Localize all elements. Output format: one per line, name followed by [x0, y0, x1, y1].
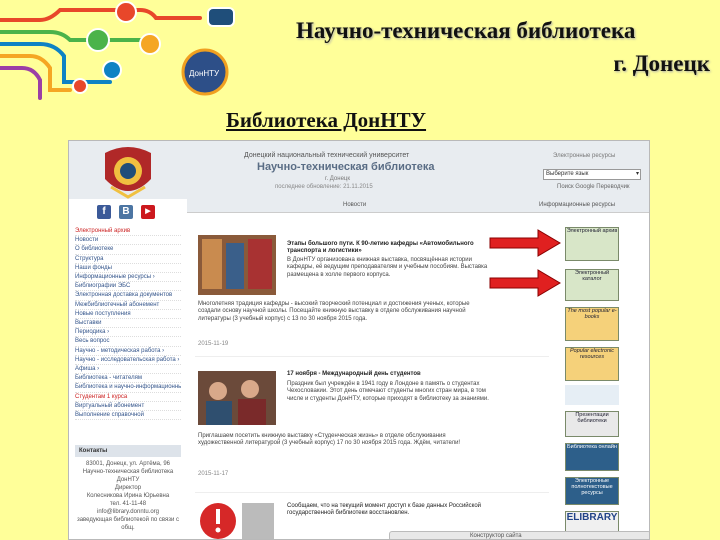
sidebar-item[interactable]: Выполнение справочной: [75, 411, 181, 421]
sidebar-item[interactable]: Периодика ›: [75, 328, 181, 338]
news-photo: [198, 235, 276, 295]
news-text-full: Приглашаем посетить книжную выставку «Ст…: [198, 433, 461, 447]
sidebar-item[interactable]: Весь вопрос: [75, 337, 181, 347]
tab-news[interactable]: Новости: [343, 202, 366, 208]
sidebar-item[interactable]: Библиотека - читателям: [75, 374, 181, 384]
sidebar-item[interactable]: Выставки: [75, 319, 181, 329]
news-text: В ДонНТУ организована книжная выставка, …: [287, 257, 488, 278]
slide-title-line2: г. Донецк: [613, 51, 710, 76]
news-headline[interactable]: Сообщаем, что на текущий момент доступ к…: [287, 503, 487, 517]
banner-electronic-archive[interactable]: Электронный архив: [565, 227, 619, 261]
banner-library-online[interactable]: Библиотека онлайн: [565, 443, 619, 471]
sidebar-item[interactable]: Электронный архив: [75, 227, 181, 237]
news-headline[interactable]: 17 ноября - Международный день студентов: [287, 371, 487, 378]
contacts-line[interactable]: info@library.donntu.org: [75, 508, 181, 516]
contacts-line: заведующая библиотекой по связи с общ.: [76, 517, 180, 531]
banner-elibrary[interactable]: ELIBRARY: [565, 511, 619, 533]
contacts-line: Директор: [114, 485, 142, 491]
sidebar-item[interactable]: Библиотека и научно-информационные центр…: [75, 383, 181, 393]
contacts-block: Контакты 83001, Донецк, ул. Артёма, 96 Н…: [75, 445, 181, 532]
sidebar-item[interactable]: О библиотеке: [75, 245, 181, 255]
sidebar-nav: Электронный архив Новости О библиотеке С…: [75, 227, 181, 421]
contacts-line: 83001, Донецк, ул. Артёма, 96: [86, 461, 170, 467]
banner-fulltext-resources[interactable]: Электронные полнотекстовые ресурсы: [565, 477, 619, 505]
sidebar-item[interactable]: Студентам 1 курса: [75, 393, 181, 402]
news-text-full: Многолетняя традиция кафедры - высокий т…: [198, 301, 470, 322]
content-tabs: Новости Информационные ресурсы: [187, 199, 649, 213]
sidebar-item[interactable]: Наши фонды: [75, 264, 181, 274]
sidebar-item[interactable]: Виртуальный абонемент: [75, 402, 181, 412]
university-name: Донецкий национальный технический универ…: [244, 152, 410, 159]
sidebar-item[interactable]: Информационные ресурсы ›: [75, 273, 181, 283]
vkontakte-icon[interactable]: B: [119, 205, 133, 219]
banner-unlabeled[interactable]: [565, 385, 619, 405]
library-city: г. Донецк: [325, 176, 350, 182]
sidebar-item[interactable]: Межбиблиотечный абонемент: [75, 301, 181, 310]
university-emblem-icon: [105, 147, 151, 199]
site-header: Донецкий национальный технический универ…: [69, 141, 649, 199]
library-link[interactable]: Библиотека ДонНТУ: [226, 108, 426, 133]
warning-icon: [200, 503, 274, 539]
website-screenshot: Донецкий национальный технический универ…: [68, 140, 650, 540]
youtube-icon[interactable]: ▶: [141, 205, 155, 219]
news-text: Праздник был учреждён в 1941 году в Лонд…: [287, 381, 489, 402]
translate-label[interactable]: Поиск Google Переводчик: [557, 184, 630, 190]
banner-presentations[interactable]: Презентации библиотеки: [565, 411, 619, 437]
language-select[interactable]: Выберите язык: [543, 169, 641, 180]
contacts-line: тел. 41-11-48: [109, 501, 147, 507]
contacts-heading: Контакты: [75, 445, 181, 457]
red-arrow-icon: [489, 229, 561, 257]
sidebar-item[interactable]: Структура: [75, 255, 181, 264]
sidebar-item[interactable]: Электронная доставка документов: [75, 291, 181, 301]
logo-caption: ДонНТУ: [189, 69, 220, 78]
sidebar-item[interactable]: Научно - методическая работа ›: [75, 347, 181, 356]
browser-status-bar: Конструктор сайта: [389, 531, 649, 539]
left-sidebar: f B ▶ Электронный архив Новости О библио…: [69, 199, 187, 539]
news-date: 2015-11-19: [198, 341, 229, 347]
sidebar-item[interactable]: Библиографии ЭБС: [75, 282, 181, 292]
resources-label: Электронные ресурсы: [553, 153, 616, 159]
banner-electronic-catalog[interactable]: Электронный каталог: [565, 269, 619, 301]
news-date: 2015-11-17: [198, 471, 229, 477]
social-links: f B ▶: [97, 203, 157, 221]
last-updated: последнее обновление: 21.11.2015: [275, 184, 373, 190]
news-photo: [198, 371, 276, 425]
facebook-icon[interactable]: f: [97, 205, 111, 219]
slide-title: Научно-техническая библиотека г. Донецк: [270, 14, 710, 80]
sidebar-item[interactable]: Афиша ›: [75, 365, 181, 375]
slide-title-line1: Научно-техническая библиотека: [296, 18, 636, 43]
library-name: Научно-техническая библиотека: [257, 161, 435, 173]
contacts-line: Научно-техническая библиотека ДонНТУ: [82, 469, 174, 483]
sidebar-item[interactable]: Новые поступления: [75, 310, 181, 320]
library-logo: ДонНТУ: [0, 1, 235, 100]
news-headline[interactable]: Этапы большого пути. К 90-летию кафедры …: [287, 241, 487, 255]
sidebar-item[interactable]: Научно - исследовательская работа ›: [75, 356, 181, 366]
sidebar-item[interactable]: Новости: [75, 236, 181, 246]
banner-popular-ebooks[interactable]: The most popular e-books: [565, 307, 619, 341]
news-item: 17 ноября - Международный день студентов…: [195, 357, 549, 493]
banner-popular-resources[interactable]: Popular electronic resources: [565, 347, 619, 381]
contacts-line: Колесникова Ирина Юрьевна: [86, 493, 170, 499]
red-arrow-icon: [489, 269, 561, 297]
tab-info-resources[interactable]: Информационные ресурсы: [539, 202, 615, 208]
